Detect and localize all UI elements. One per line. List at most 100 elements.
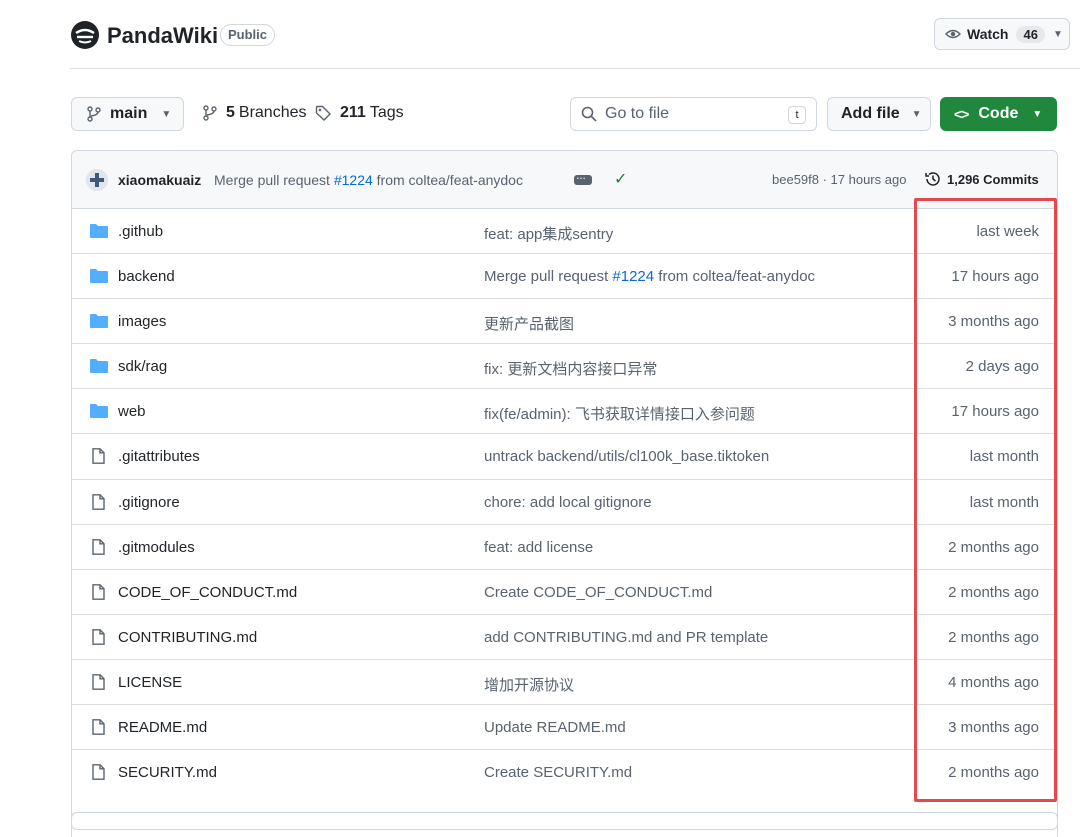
message-prefix: Merge pull request bbox=[484, 268, 613, 286]
file-name-link[interactable]: backend bbox=[118, 268, 175, 285]
file-row[interactable]: .github feat: app集成sentry last week bbox=[72, 209, 1057, 255]
file-row[interactable]: CONTRIBUTING.md add CONTRIBUTING.md and P… bbox=[72, 615, 1057, 660]
file-commit-date: 3 months ago bbox=[948, 719, 1039, 737]
branch-name: main bbox=[110, 105, 148, 122]
file-icon bbox=[92, 493, 105, 510]
file-commit-message[interactable]: Update README.md bbox=[484, 719, 626, 736]
commits-history-link[interactable]: 1,296 Commits bbox=[924, 170, 1039, 188]
file-commit-message[interactable]: chore: add local gitignore bbox=[484, 494, 652, 511]
check-icon[interactable]: ✓ bbox=[614, 169, 627, 189]
go-to-file-placeholder: Go to file bbox=[605, 105, 670, 122]
file-icon bbox=[92, 674, 105, 690]
code-button[interactable]: <> Code ▼ bbox=[940, 97, 1057, 131]
file-row[interactable]: SECURITY.md Create SECURITY.md 2 months ag… bbox=[72, 750, 1057, 795]
file-name-link[interactable]: LICENSE bbox=[118, 674, 182, 691]
file-icon bbox=[92, 583, 105, 600]
eye-icon bbox=[945, 29, 961, 39]
watch-button[interactable]: Watch 46 ▼ bbox=[934, 18, 1070, 50]
file-commit-message[interactable]: fix(fe/admin): 飞书获取详情接口入参问题 bbox=[484, 403, 755, 424]
commit-message[interactable]: Merge pull request #1224 from coltea/fea… bbox=[214, 172, 523, 188]
file-row[interactable]: .gitattributes untrack backend/utils/cl10… bbox=[72, 434, 1057, 480]
file-commit-message[interactable]: feat: app集成sentry bbox=[484, 223, 613, 244]
file-name-link[interactable]: CONTRIBUTING.md bbox=[118, 629, 257, 646]
folder-icon bbox=[90, 404, 108, 419]
pr-link[interactable]: #1224 bbox=[612, 268, 654, 285]
pr-link[interactable]: #1224 bbox=[334, 172, 373, 188]
commits-count: 1,296 Commits bbox=[947, 171, 1039, 187]
chevron-down-icon: ▼ bbox=[161, 108, 172, 120]
file-commit-message[interactable]: 更新产品截图 bbox=[484, 313, 574, 334]
file-commit-message[interactable]: untrack backend/utils/cl100k_base.tiktok… bbox=[484, 448, 769, 465]
file-row[interactable]: web fix(fe/admin): 飞书获取详情接口入参问题 17 hours a… bbox=[72, 389, 1057, 435]
chevron-down-icon: ▼ bbox=[1052, 28, 1063, 40]
avatar[interactable] bbox=[86, 169, 108, 191]
go-to-file-input[interactable]: Go to file t bbox=[570, 97, 817, 131]
file-commit-date: last month bbox=[969, 493, 1039, 511]
file-commit-message[interactable]: feat: add license bbox=[484, 539, 593, 556]
commit-message-suffix: from coltea/feat-anydoc bbox=[372, 172, 523, 188]
commit-hash-time[interactable]: bee59f8 · 17 hours ago bbox=[772, 172, 906, 187]
file-commit-date: 2 months ago bbox=[948, 764, 1039, 782]
visibility-badge: Public bbox=[220, 24, 276, 46]
chevron-down-icon: ▼ bbox=[1032, 108, 1043, 120]
file-commit-date: 17 hours ago bbox=[951, 268, 1039, 286]
watch-label: Watch bbox=[967, 26, 1009, 42]
file-commit-message[interactable]: Merge pull request #1224 from coltea/fea… bbox=[484, 268, 815, 285]
repo-logo-icon bbox=[71, 21, 99, 49]
add-file-label: Add file bbox=[841, 105, 900, 122]
keyboard-shortcut-hint: t bbox=[788, 106, 806, 124]
file-name-link[interactable]: sdk/rag bbox=[118, 358, 167, 375]
tags-link[interactable]: 211 Tags bbox=[315, 104, 404, 122]
file-name-link[interactable]: .gitattributes bbox=[118, 448, 200, 465]
file-row[interactable]: .gitmodules feat: add license 2 months ago bbox=[72, 525, 1057, 570]
branches-label: Branches bbox=[238, 104, 307, 121]
search-icon bbox=[581, 106, 597, 122]
file-name-link[interactable]: web bbox=[118, 403, 146, 420]
file-row[interactable]: README.md Update README.md 3 months ago bbox=[72, 705, 1057, 751]
code-icon: <> bbox=[954, 106, 969, 122]
file-name-link[interactable]: .github bbox=[118, 223, 163, 240]
add-file-button[interactable]: Add file ▼ bbox=[827, 97, 931, 131]
file-commit-message[interactable]: 增加开源协议 bbox=[484, 674, 574, 695]
file-commit-date: 2 days ago bbox=[965, 358, 1039, 376]
commit-author[interactable]: xiaomakuaiz bbox=[118, 172, 201, 188]
file-commit-date: 17 hours ago bbox=[951, 403, 1039, 421]
branch-select-button[interactable]: main ▼ bbox=[71, 97, 184, 131]
file-commit-message[interactable]: Create CODE_OF_CONDUCT.md bbox=[484, 584, 712, 601]
file-row[interactable]: .gitignore chore: add local gitignore last… bbox=[72, 480, 1057, 525]
file-icon bbox=[92, 538, 105, 555]
file-row[interactable]: images 更新产品截图 3 months ago bbox=[72, 299, 1057, 345]
file-row[interactable]: CODE_OF_CONDUCT.md Create CODE_OF_CONDUCT… bbox=[72, 570, 1057, 615]
folder-icon bbox=[90, 269, 108, 284]
file-commit-message[interactable]: fix: 更新文档内容接口异常 bbox=[484, 358, 657, 379]
file-name-link[interactable]: .gitmodules bbox=[118, 539, 195, 556]
readme-tabs-bar bbox=[71, 812, 1058, 837]
file-name-link[interactable]: SECURITY.md bbox=[118, 764, 217, 781]
file-row[interactable]: backend Merge pull request #1224 from col… bbox=[72, 254, 1057, 300]
file-name-link[interactable]: .gitignore bbox=[118, 494, 180, 511]
file-name-link[interactable]: README.md bbox=[118, 719, 207, 736]
file-icon bbox=[92, 719, 105, 735]
repo-name[interactable]: PandaWiki bbox=[107, 23, 218, 49]
folder-icon bbox=[90, 224, 108, 238]
file-row[interactable]: LICENSE 增加开源协议 4 months ago bbox=[72, 660, 1057, 706]
message-suffix: from coltea/feat-anydoc bbox=[654, 268, 816, 286]
tags-count: 211 bbox=[340, 104, 366, 121]
file-commit-message[interactable]: Create SECURITY.md bbox=[484, 764, 632, 781]
repo-header: PandaWiki Public Watch 46 ▼ bbox=[70, 16, 1070, 56]
file-name-link[interactable]: images bbox=[118, 313, 166, 330]
file-commit-date: last month bbox=[969, 448, 1039, 466]
avatar-image-icon bbox=[86, 169, 108, 191]
file-name-link[interactable]: CODE_OF_CONDUCT.md bbox=[118, 584, 297, 601]
branches-link[interactable]: 5 Branches bbox=[202, 104, 307, 122]
file-row[interactable]: sdk/rag fix: 更新文档内容接口异常 2 days ago bbox=[72, 344, 1057, 390]
file-commit-date: 3 months ago bbox=[948, 313, 1039, 331]
file-commit-message[interactable]: add CONTRIBUTING.md and PR template bbox=[484, 629, 768, 646]
commit-message-prefix: Merge pull request bbox=[214, 172, 334, 188]
expand-commit-icon[interactable] bbox=[574, 175, 592, 185]
file-list: .github feat: app集成sentry last week backend… bbox=[72, 209, 1057, 795]
header-divider bbox=[70, 68, 1080, 69]
watch-count: 46 bbox=[1016, 25, 1045, 43]
file-commit-date: 2 months ago bbox=[948, 538, 1039, 556]
file-commit-date: 4 months ago bbox=[948, 673, 1039, 691]
